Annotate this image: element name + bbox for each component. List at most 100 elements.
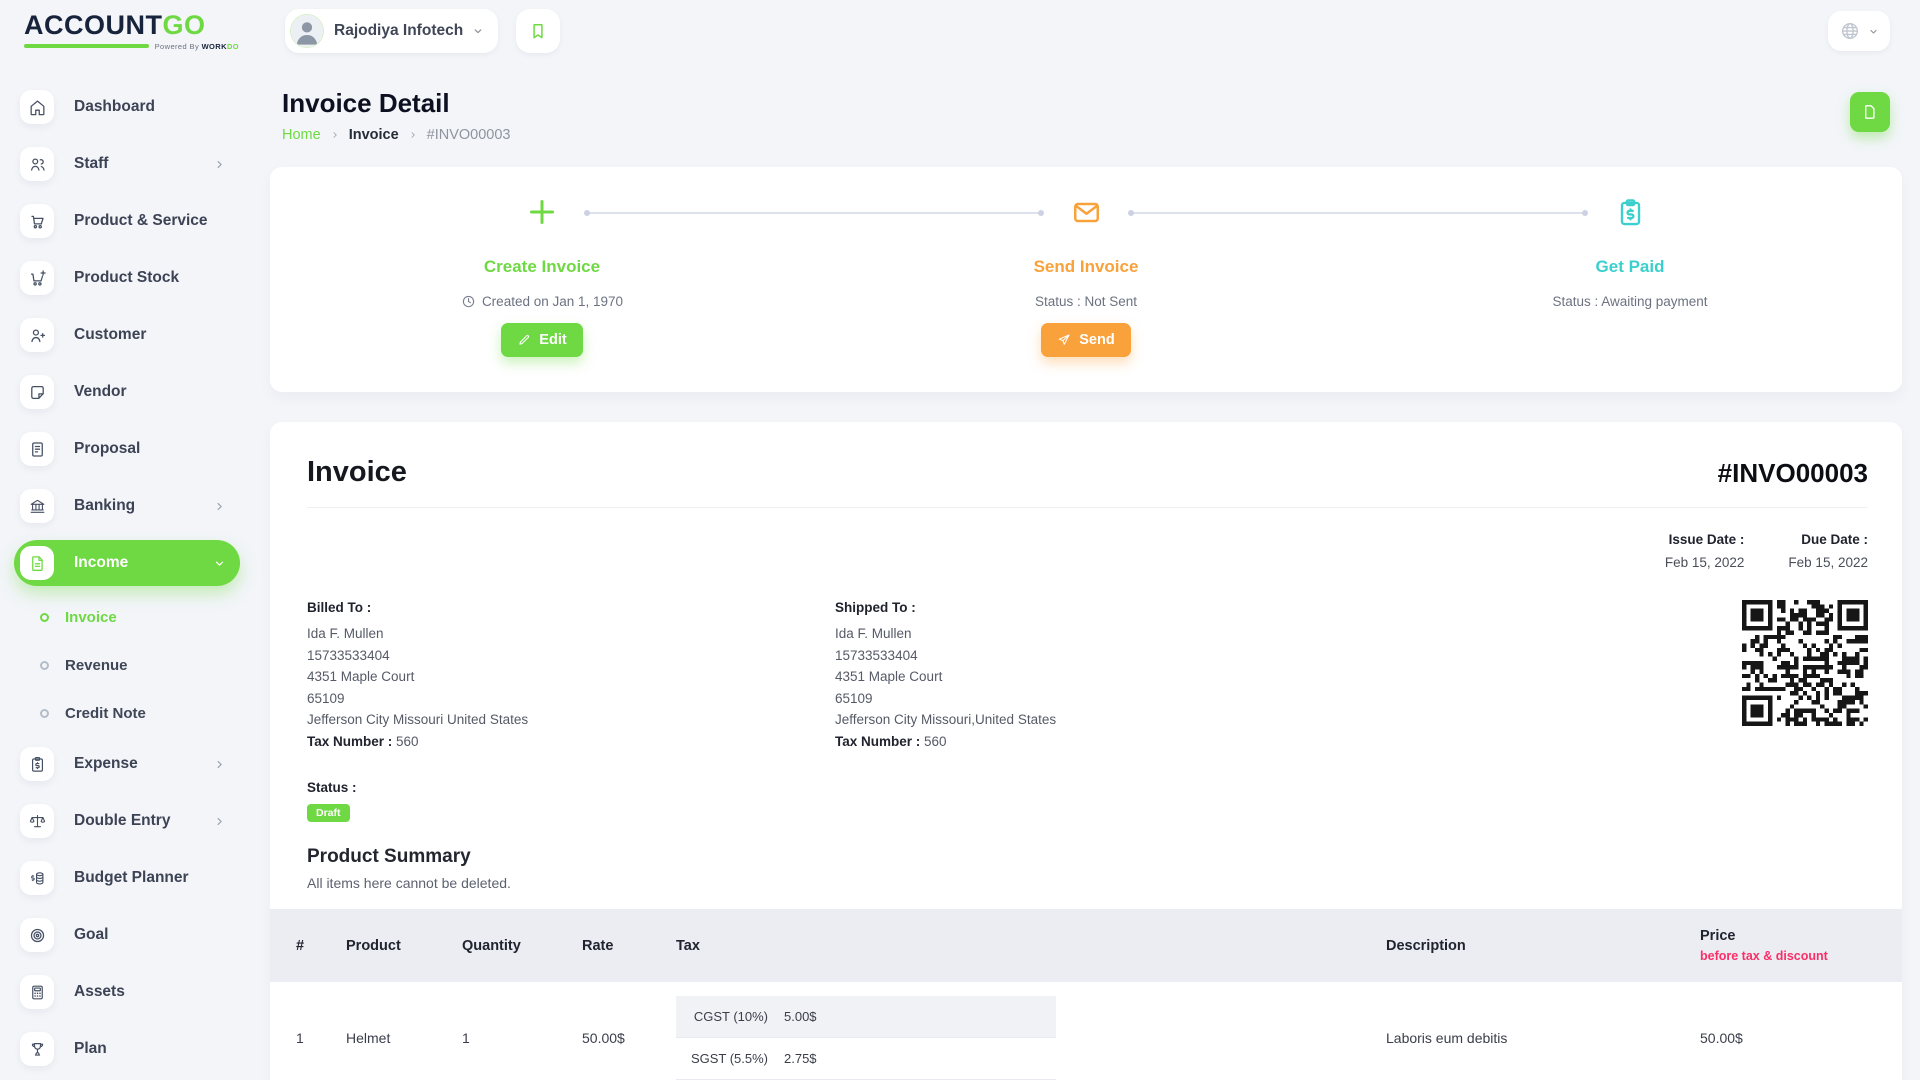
sidebar-item-label: Proposal — [74, 440, 140, 458]
sidebar-item-label: Invoice — [65, 609, 117, 626]
trophy-icon — [20, 1032, 54, 1066]
cart-icon — [20, 204, 54, 238]
sidebar-item-dashboard[interactable]: Dashboard — [14, 84, 240, 130]
address-line: 4351 Maple Court — [835, 666, 1363, 688]
workspace-switcher[interactable]: Rajodiya Infotech — [285, 9, 498, 53]
logo-underline — [24, 44, 149, 48]
sidebar-item-goal[interactable]: Goal — [14, 912, 240, 958]
step-title: Create Invoice — [270, 257, 814, 277]
clipboard-dollar-icon — [20, 747, 54, 781]
send-invoice-button[interactable]: Send — [1041, 323, 1130, 357]
sidebar-item-label: Credit Note — [65, 705, 146, 722]
sidebar-item-label: Staff — [74, 155, 108, 173]
issue-date: Issue Date : Feb 15, 2022 — [1665, 532, 1745, 570]
app-logo[interactable]: ACCOUNTGO Powered By WORKDO — [24, 12, 239, 51]
bookmark-button[interactable] — [516, 9, 560, 53]
sidebar-item-label: Banking — [74, 497, 135, 515]
sidebar-item-customer[interactable]: Customer — [14, 312, 240, 358]
breadcrumb-item-2: #INVO00003 — [427, 127, 511, 143]
invoice-number: #INVO00003 — [1718, 458, 1868, 489]
address-line: 65109 — [835, 688, 1363, 710]
item-price: 50.00$ — [1688, 982, 1902, 1080]
logo-tagline: Powered By WORKDO — [24, 42, 239, 51]
column-header-price: Pricebefore tax & discount — [1688, 909, 1902, 982]
scale-icon — [20, 804, 54, 838]
item-taxes: CGST (10%)5.00$SGST (5.5%)2.75$ — [672, 982, 1378, 1080]
sidebar-item-label: Product & Service — [74, 212, 208, 230]
item-quantity: 1 — [454, 982, 574, 1080]
address-line: Ida F. Mullen — [307, 623, 835, 645]
sidebar-item-invoice[interactable]: Invoice — [40, 597, 240, 637]
step-status: Status : Awaiting payment — [1358, 294, 1902, 309]
sidebar-item-budget-planner[interactable]: Budget Planner — [14, 855, 240, 901]
bank-icon — [20, 489, 54, 523]
sidebar-item-label: Vendor — [74, 383, 127, 401]
step-connector — [1130, 212, 1586, 214]
sidebar-item-assets[interactable]: Assets — [14, 969, 240, 1015]
shipped-to-block: Shipped To : Ida F. Mullen15733533404435… — [835, 600, 1363, 752]
breadcrumb-item-0[interactable]: Home — [282, 127, 321, 143]
sidebar-item-label: Double Entry — [74, 812, 170, 830]
sidebar-item-label: Plan — [74, 1040, 107, 1058]
breadcrumb-item-1[interactable]: Invoice — [349, 127, 399, 143]
sidebar-item-label: Customer — [74, 326, 146, 344]
step-get-paid: Get Paid Status : Awaiting payment — [1358, 167, 1902, 392]
column-header-num: # — [270, 909, 338, 982]
address-line: 4351 Maple Court — [307, 666, 835, 688]
bullet-icon — [40, 613, 49, 622]
language-selector[interactable] — [1828, 11, 1890, 51]
sidebar-item-expense[interactable]: Expense — [14, 741, 240, 787]
address-line: 65109 — [307, 688, 835, 710]
sidebar-item-proposal[interactable]: Proposal — [14, 426, 240, 472]
bullet-icon — [40, 709, 49, 718]
chevron-right-icon — [408, 130, 418, 140]
clock-icon — [461, 294, 476, 309]
invoice-items-table: #ProductQuantityRateTaxDescriptionPriceb… — [270, 909, 1902, 1080]
sidebar-item-revenue[interactable]: Revenue — [40, 645, 240, 685]
invoice-dates: Issue Date : Feb 15, 2022 Due Date : Feb… — [270, 532, 1902, 570]
sidebar-item-label: Expense — [74, 755, 138, 773]
avatar — [290, 14, 324, 48]
sidebar-item-plan[interactable]: Plan — [14, 1026, 240, 1072]
step-create-invoice: Create Invoice Created on Jan 1, 1970 Ed… — [270, 167, 814, 392]
main-content: Invoice Detail HomeInvoice#INVO00003 Cre… — [252, 62, 1920, 1080]
address-line: Jefferson City Missouri,United States — [835, 709, 1363, 731]
invoice-item-row: 1Helmet150.00$CGST (10%)5.00$SGST (5.5%)… — [270, 982, 1902, 1080]
billed-to-block: Billed To : Ida F. Mullen157335334044351… — [307, 600, 835, 752]
address-line: Jefferson City Missouri United States — [307, 709, 835, 731]
sidebar-item-staff[interactable]: Staff — [14, 141, 240, 187]
invoice-heading: Invoice — [307, 456, 407, 489]
sidebar-item-vendor[interactable]: Vendor — [14, 369, 240, 415]
breadcrumb: Home Invoice #INVO00003 — [282, 127, 511, 143]
qr-code — [1742, 600, 1868, 726]
coins-icon — [20, 861, 54, 895]
bullet-icon — [40, 661, 49, 670]
step-title: Get Paid — [1358, 257, 1902, 277]
sidebar-item-double-entry[interactable]: Double Entry — [14, 798, 240, 844]
sidebar-item-credit-note[interactable]: Credit Note — [40, 693, 240, 733]
sidebar-item-product-service[interactable]: Product & Service — [14, 198, 240, 244]
address-line: 15733533404 — [835, 645, 1363, 667]
chevron-right-icon — [213, 758, 226, 771]
globe-icon — [1839, 20, 1861, 42]
due-date: Due Date : Feb 15, 2022 — [1788, 532, 1868, 570]
tax-row: SGST (5.5%)2.75$ — [676, 1038, 1056, 1080]
sidebar-item-label: Dashboard — [74, 98, 155, 116]
step-title: Send Invoice — [814, 257, 1358, 277]
logo-text: ACCOUNTGO — [24, 12, 239, 39]
chevron-down-icon — [1868, 26, 1879, 37]
sidebar-item-banking[interactable]: Banking — [14, 483, 240, 529]
sidebar-item-label: Budget Planner — [74, 869, 189, 887]
invoice-export-button[interactable] — [1850, 92, 1890, 132]
invoice-status: Status : Draft — [270, 780, 1902, 822]
target-icon — [20, 918, 54, 952]
status-badge: Draft — [307, 804, 350, 822]
edit-invoice-button[interactable]: Edit — [501, 323, 582, 357]
divider — [307, 507, 1868, 508]
chevron-down-icon — [213, 557, 226, 570]
column-header-product: Product — [338, 909, 454, 982]
sidebar-item-label: Assets — [74, 983, 125, 1001]
sidebar-item-income[interactable]: Income — [14, 540, 240, 586]
sidebar-item-product-stock[interactable]: Product Stock — [14, 255, 240, 301]
column-header-rate: Rate — [574, 909, 672, 982]
